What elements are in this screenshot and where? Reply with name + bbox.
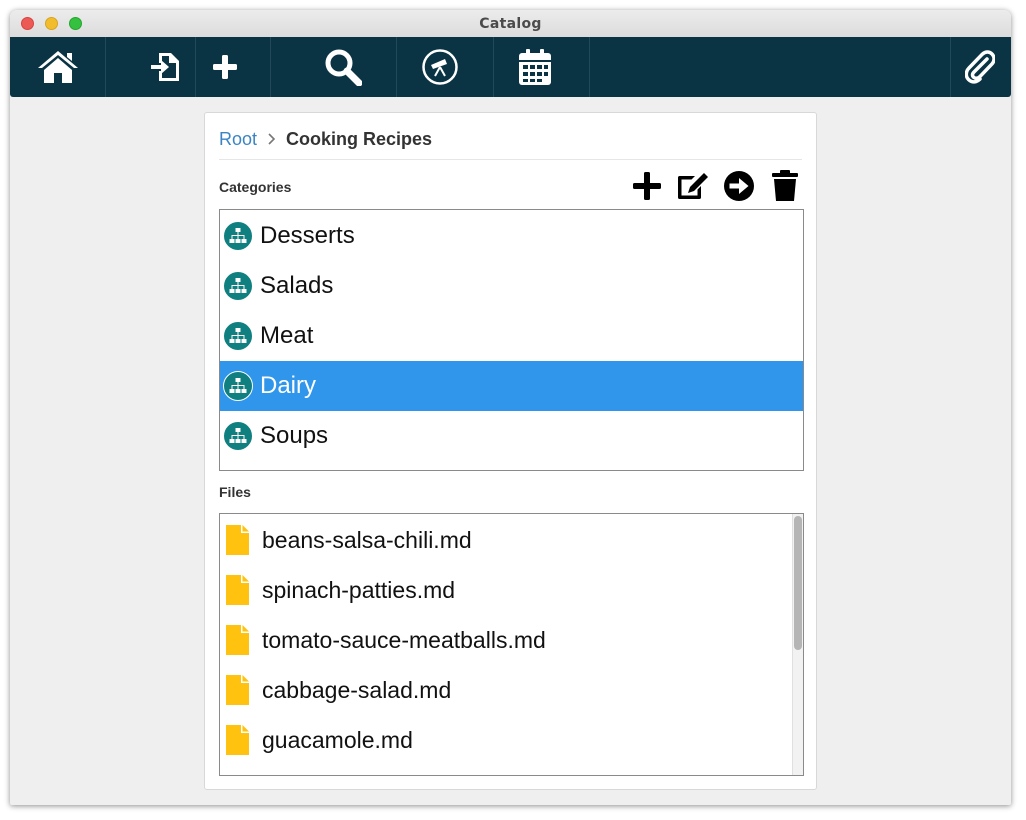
title-bar: Catalog xyxy=(10,10,1011,37)
list-item[interactable]: beans-salsa-chili.md xyxy=(220,515,790,565)
app-window: Catalog Root Cooking Recipes Categories … xyxy=(10,10,1011,805)
calendar-button[interactable] xyxy=(510,37,560,97)
scrollbar-thumb[interactable] xyxy=(794,516,802,650)
chevron-right-icon xyxy=(267,133,276,145)
file-icon xyxy=(226,775,250,776)
list-item[interactable]: cabbage-salad.md xyxy=(220,665,790,715)
category-label: Soups xyxy=(260,422,329,449)
file-label: spinach-patties.md xyxy=(262,576,456,603)
minimize-window-button[interactable] xyxy=(45,17,58,30)
category-tree-icon xyxy=(223,221,253,251)
attach-button[interactable] xyxy=(955,37,1005,97)
main-toolbar xyxy=(10,37,1011,97)
file-icon xyxy=(226,575,250,605)
add-category-button[interactable] xyxy=(629,169,664,203)
category-label: Salads xyxy=(260,272,334,299)
home-button[interactable] xyxy=(10,37,105,97)
file-label: beans-salsa-chili.md xyxy=(262,526,472,553)
list-item-selected[interactable]: Dairy xyxy=(220,361,803,411)
file-icon xyxy=(226,675,250,705)
file-icon xyxy=(226,525,250,555)
file-label: guacamole.md xyxy=(262,726,413,753)
list-item[interactable]: Soups xyxy=(220,411,803,461)
maximize-window-button[interactable] xyxy=(69,17,82,30)
list-item[interactable]: spinach-patties.md xyxy=(220,565,790,615)
window-controls xyxy=(21,17,82,30)
home-icon xyxy=(37,51,78,83)
divider xyxy=(219,159,802,160)
window-title: Catalog xyxy=(479,15,542,32)
import-file-icon xyxy=(151,53,179,81)
file-icon xyxy=(226,625,250,655)
search-button[interactable] xyxy=(310,37,375,97)
breadcrumb-current: Cooking Recipes xyxy=(286,128,433,149)
categories-list[interactable]: Desserts Salads Meat Dairy Soups xyxy=(219,209,804,471)
paperclip-icon xyxy=(965,50,995,84)
list-item[interactable]: Salads xyxy=(220,261,803,311)
breadcrumb-root-link[interactable]: Root xyxy=(219,129,257,150)
category-label: Meat xyxy=(260,322,314,349)
files-scrollbar[interactable] xyxy=(792,514,803,775)
list-item[interactable]: Desserts xyxy=(220,211,803,261)
category-tree-icon xyxy=(223,271,253,301)
file-label: tomato-sauce-meatballs.md xyxy=(262,626,546,653)
arrow-right-circle-icon xyxy=(723,171,754,201)
search-icon xyxy=(325,49,362,86)
import-button[interactable] xyxy=(140,37,190,97)
list-item-partial[interactable] xyxy=(220,765,790,776)
category-label: Desserts xyxy=(260,222,355,249)
plus-icon xyxy=(213,55,237,79)
categories-heading: Categories xyxy=(219,179,292,195)
calendar-icon xyxy=(519,49,551,85)
category-tree-icon xyxy=(223,371,253,401)
category-tree-icon xyxy=(223,321,253,351)
close-window-button[interactable] xyxy=(21,17,34,30)
telescope-icon xyxy=(422,49,458,85)
file-label: cabbage-salad.md xyxy=(262,676,452,703)
category-actions xyxy=(629,169,802,203)
category-label: Dairy xyxy=(260,372,317,399)
category-tree-icon xyxy=(223,421,253,451)
list-item[interactable]: Meat xyxy=(220,311,803,361)
list-item[interactable]: guacamole.md xyxy=(220,715,790,765)
file-icon xyxy=(226,725,250,755)
explore-button[interactable] xyxy=(415,37,465,97)
breadcrumb: Root Cooking Recipes xyxy=(219,127,432,151)
category-panel: Root Cooking Recipes Categories Desserts… xyxy=(204,112,817,790)
list-item[interactable]: tomato-sauce-meatballs.md xyxy=(220,615,790,665)
edit-category-button[interactable] xyxy=(675,169,710,203)
files-list[interactable]: beans-salsa-chili.md spinach-patties.md … xyxy=(219,513,804,776)
add-button[interactable] xyxy=(205,37,245,97)
delete-category-button[interactable] xyxy=(767,169,802,203)
files-heading: Files xyxy=(219,484,251,500)
trash-icon xyxy=(771,170,798,201)
plus-icon xyxy=(632,172,661,200)
open-category-button[interactable] xyxy=(721,169,756,203)
edit-icon xyxy=(677,173,708,199)
